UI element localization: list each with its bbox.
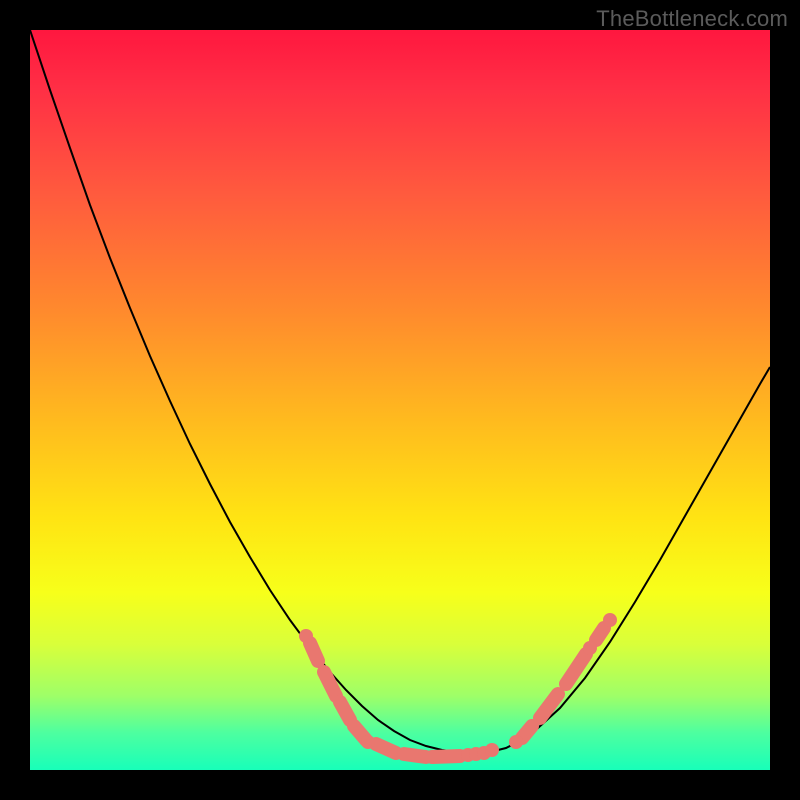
- marker-pill: [540, 694, 558, 718]
- marker-pill: [404, 754, 426, 757]
- marker-pill: [310, 643, 318, 661]
- chart-frame: TheBottleneck.com: [0, 0, 800, 800]
- marker-pill: [596, 628, 604, 640]
- marker-dot: [583, 641, 597, 655]
- marker-pill: [376, 744, 396, 753]
- marker-dot: [509, 735, 523, 749]
- marker-dot: [485, 743, 499, 757]
- markers-group: [299, 613, 617, 762]
- marker-pill: [340, 702, 350, 720]
- marker-pill: [522, 726, 532, 738]
- marker-pill: [432, 756, 460, 757]
- bottleneck-curve: [30, 30, 770, 753]
- watermark-text: TheBottleneck.com: [596, 6, 788, 32]
- marker-dot: [361, 735, 375, 749]
- marker-dot: [299, 629, 313, 643]
- marker-dot: [603, 613, 617, 627]
- curve-overlay: [30, 30, 770, 770]
- plot-area: [30, 30, 770, 770]
